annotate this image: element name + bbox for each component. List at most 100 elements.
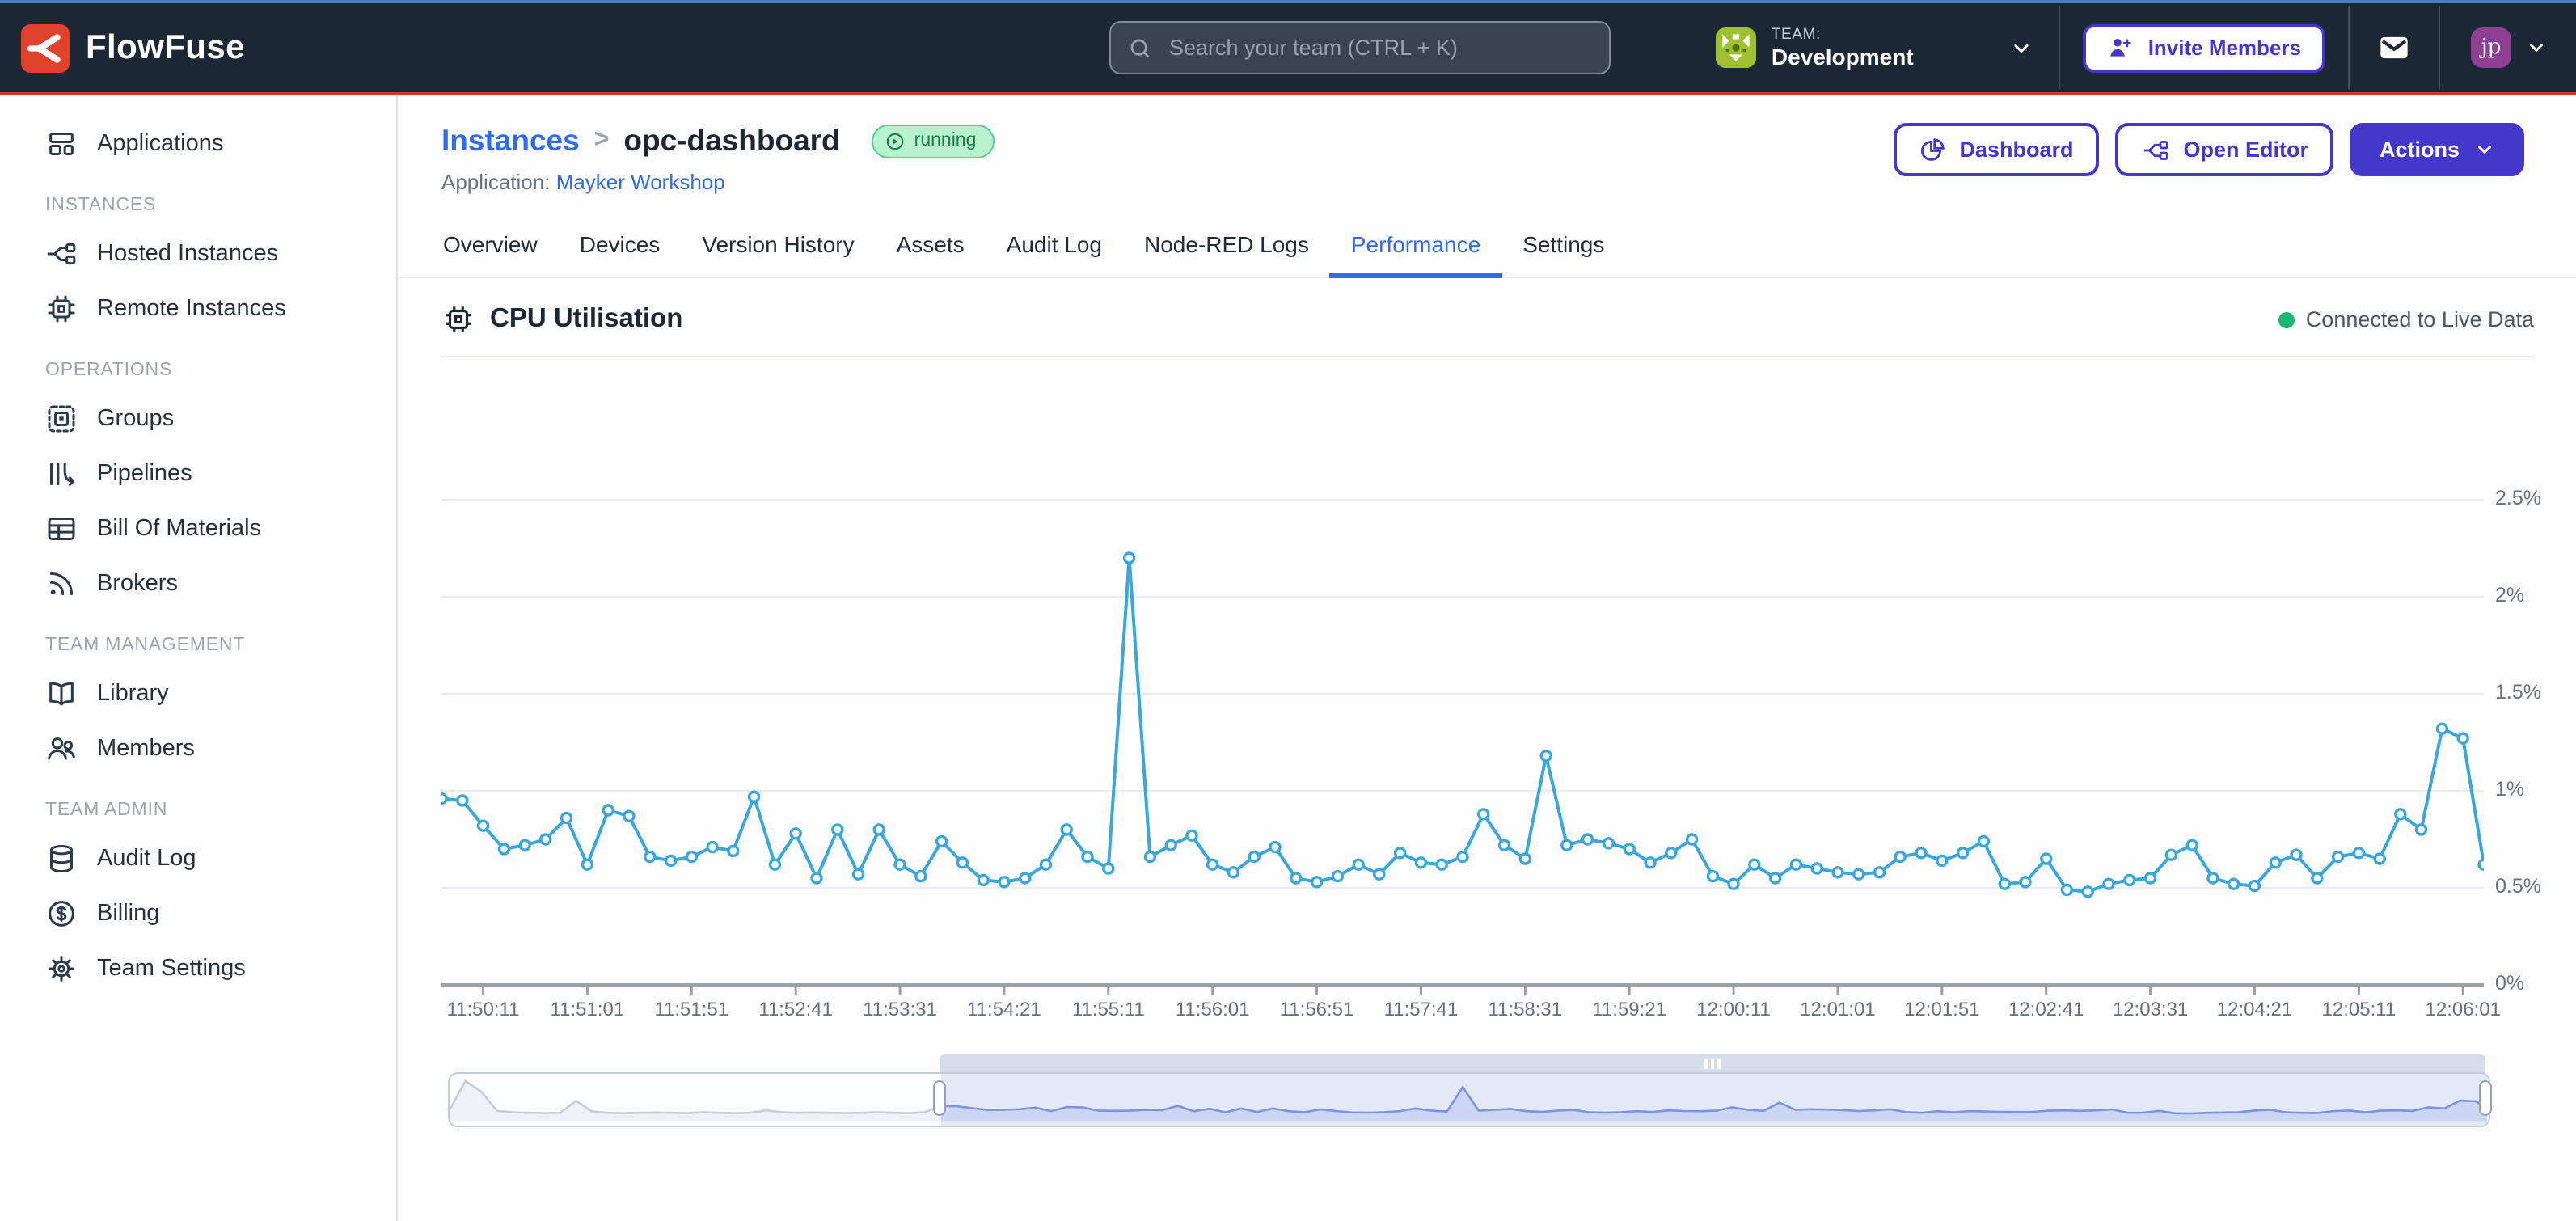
data-point[interactable] (1583, 834, 1593, 844)
sidebar-item-hosted-instances[interactable]: Hosted Instances (0, 226, 396, 281)
data-point[interactable] (1854, 869, 1864, 879)
data-point[interactable] (2042, 854, 2051, 864)
data-point[interactable] (2146, 873, 2156, 883)
open-editor-button[interactable]: Open Editor (2115, 123, 2334, 176)
brush-left-handle[interactable] (933, 1080, 946, 1116)
data-point[interactable] (1375, 869, 1384, 879)
team-search[interactable] (1109, 21, 1611, 74)
data-point[interactable] (2187, 840, 2197, 850)
data-point[interactable] (770, 860, 779, 869)
data-point[interactable] (1479, 809, 1489, 819)
sidebar-item-audit-log[interactable]: Audit Log (0, 831, 396, 886)
data-point[interactable] (874, 825, 884, 834)
brush-selection[interactable] (941, 1074, 2487, 1126)
data-point[interactable] (2396, 809, 2405, 819)
team-chevron-down-icon[interactable] (2011, 36, 2033, 59)
data-point[interactable] (1916, 848, 1926, 858)
brand[interactable]: FlowFuse (0, 23, 245, 72)
data-point[interactable] (666, 856, 676, 865)
data-point[interactable] (479, 821, 488, 830)
data-point[interactable] (1708, 872, 1717, 881)
data-point[interactable] (2375, 854, 2384, 864)
data-point[interactable] (833, 825, 842, 834)
data-point[interactable] (2083, 887, 2092, 897)
data-point[interactable] (1208, 860, 1218, 869)
data-point[interactable] (458, 796, 467, 805)
tab-performance[interactable]: Performance (1330, 215, 1501, 278)
data-point[interactable] (999, 877, 1009, 887)
data-point[interactable] (957, 858, 967, 868)
data-point[interactable] (1458, 852, 1467, 862)
data-point[interactable] (2208, 873, 2218, 883)
application-link[interactable]: Mayker Workshop (556, 170, 725, 194)
data-point[interactable] (1416, 858, 1425, 868)
time-range-brush[interactable] (448, 1054, 2490, 1127)
data-point[interactable] (1353, 860, 1363, 869)
data-point[interactable] (1541, 751, 1551, 761)
data-point[interactable] (603, 805, 613, 815)
data-point[interactable] (1291, 873, 1301, 883)
data-point[interactable] (1666, 848, 1676, 858)
data-point[interactable] (2229, 879, 2239, 889)
data-point[interactable] (1603, 839, 1613, 848)
data-point[interactable] (937, 836, 947, 846)
brush-track[interactable] (448, 1072, 2490, 1127)
sidebar-item-library[interactable]: Library (0, 666, 396, 721)
data-point[interactable] (541, 834, 551, 844)
data-point[interactable] (1187, 830, 1197, 840)
data-point[interactable] (441, 794, 446, 804)
invite-members-button[interactable]: Invite Members (2084, 23, 2325, 72)
data-point[interactable] (686, 852, 696, 862)
data-point[interactable] (520, 840, 530, 850)
data-point[interactable] (2417, 825, 2426, 834)
data-point[interactable] (1270, 843, 1280, 852)
data-point[interactable] (978, 875, 988, 885)
data-point[interactable] (854, 869, 864, 879)
data-point[interactable] (2104, 879, 2114, 889)
data-point[interactable] (2291, 850, 2301, 860)
data-point[interactable] (1249, 852, 1259, 862)
data-point[interactable] (1228, 868, 1238, 877)
sidebar-item-billing[interactable]: Billing (0, 886, 396, 941)
data-point[interactable] (1833, 868, 1843, 877)
data-point[interactable] (1437, 860, 1446, 869)
data-point[interactable] (2458, 733, 2468, 743)
brush-grip-icon[interactable] (1704, 1059, 1721, 1069)
data-point[interactable] (791, 829, 800, 839)
tab-node-red-logs[interactable]: Node-RED Logs (1123, 215, 1330, 278)
data-point[interactable] (1895, 852, 1905, 862)
data-point[interactable] (728, 846, 738, 856)
brush-right-handle[interactable] (2479, 1080, 2492, 1116)
data-point[interactable] (1500, 840, 1510, 850)
data-point[interactable] (2166, 850, 2176, 860)
data-point[interactable] (1145, 852, 1155, 862)
sidebar-item-brokers[interactable]: Brokers (0, 556, 396, 611)
data-point[interactable] (1729, 879, 1738, 889)
data-point[interactable] (1937, 856, 1947, 865)
data-point[interactable] (1875, 868, 1885, 877)
data-point[interactable] (812, 873, 821, 883)
sidebar-item-groups[interactable]: Groups (0, 391, 396, 446)
data-point[interactable] (624, 811, 634, 821)
actions-button[interactable]: Actions (2350, 123, 2524, 176)
data-point[interactable] (2437, 724, 2447, 733)
data-point[interactable] (1312, 877, 1322, 887)
data-point[interactable] (895, 860, 905, 869)
data-point[interactable] (1041, 860, 1050, 869)
data-point[interactable] (1062, 825, 1071, 834)
team-selector[interactable]: TEAM: Development (1717, 26, 1914, 70)
data-point[interactable] (707, 843, 717, 852)
data-point[interactable] (562, 813, 572, 823)
data-point[interactable] (2125, 875, 2135, 885)
data-point[interactable] (1125, 553, 1134, 563)
data-point[interactable] (2062, 885, 2071, 894)
data-point[interactable] (916, 872, 926, 881)
brush-selection-strip[interactable] (940, 1054, 2485, 1074)
tab-devices[interactable]: Devices (559, 215, 682, 278)
data-point[interactable] (1750, 860, 1759, 869)
sidebar-item-remote-instances[interactable]: Remote Instances (0, 281, 396, 336)
data-point[interactable] (1332, 872, 1342, 881)
tab-audit-log[interactable]: Audit Log (986, 215, 1123, 278)
data-point[interactable] (1562, 840, 1572, 850)
sidebar-item-applications[interactable]: Applications (0, 116, 396, 171)
